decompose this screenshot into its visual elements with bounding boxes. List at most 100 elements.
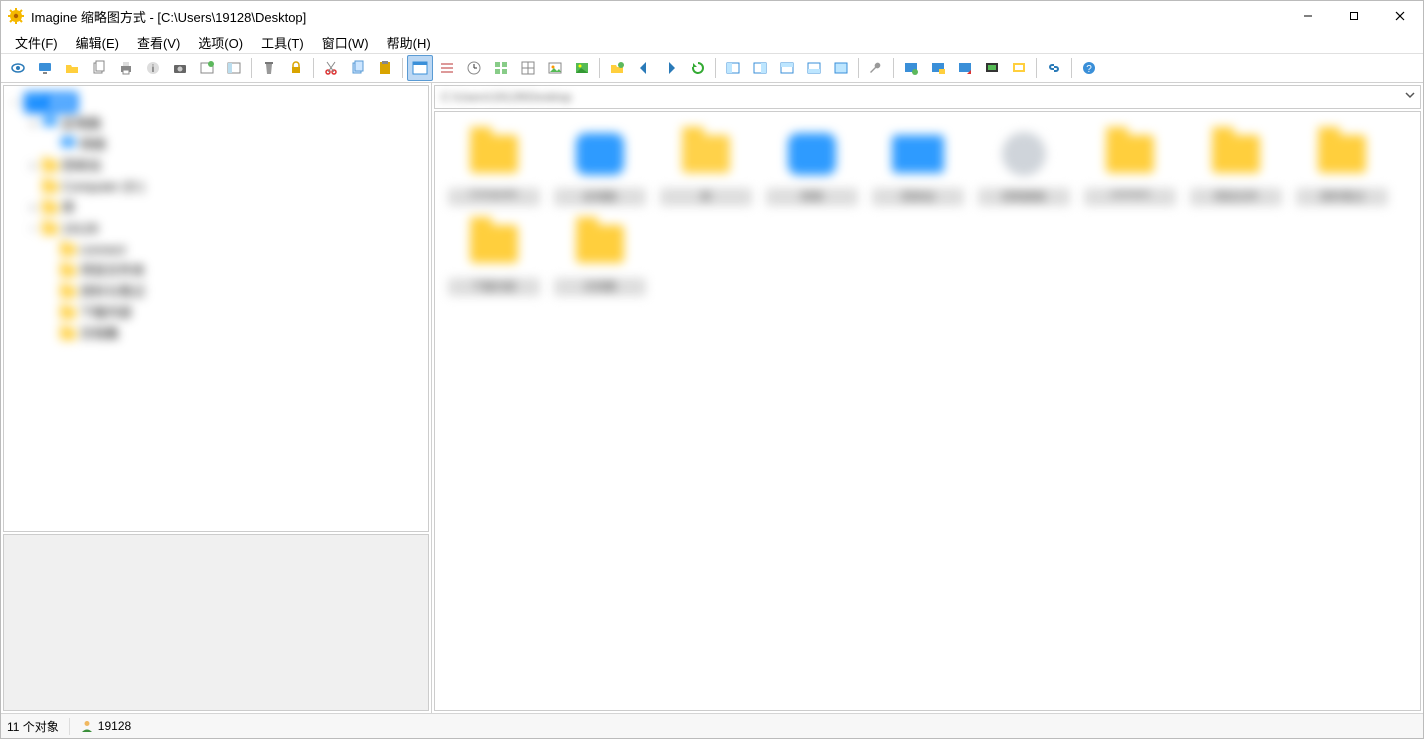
- maximize-button[interactable]: [1331, 1, 1377, 31]
- tree-expander-icon[interactable]: −: [10, 92, 20, 113]
- tree-item[interactable]: connect: [10, 239, 422, 260]
- menu-tools[interactable]: 工具(T): [253, 31, 312, 54]
- toolbar-separator: [402, 58, 403, 78]
- thumbnail-item[interactable]: Computer: [441, 126, 547, 206]
- tree-item-label: 19128: [62, 218, 98, 239]
- screen4-icon[interactable]: [979, 55, 1005, 81]
- menu-file[interactable]: 文件(F): [7, 31, 66, 54]
- copy2-icon[interactable]: [345, 55, 371, 81]
- toolbar: i?: [1, 53, 1423, 83]
- pane4-icon[interactable]: [801, 55, 827, 81]
- preview-pane: [3, 534, 429, 711]
- cut-icon[interactable]: [318, 55, 344, 81]
- back-icon[interactable]: [631, 55, 657, 81]
- view-icon[interactable]: [5, 55, 31, 81]
- thumbnail-item[interactable]: 文档集: [547, 216, 653, 296]
- thumbnail-icon: [1310, 126, 1374, 182]
- thumbnail-icon: [462, 216, 526, 272]
- thumbnail-item[interactable]: 控制面板: [971, 126, 1077, 206]
- grid-icon[interactable]: [515, 55, 541, 81]
- system-icon: [28, 92, 44, 113]
- delete-icon[interactable]: [256, 55, 282, 81]
- link-icon[interactable]: [1041, 55, 1067, 81]
- thumbnail-item[interactable]: 网络: [759, 126, 865, 206]
- copy-icon[interactable]: [86, 55, 112, 81]
- menu-view[interactable]: 查看(V): [129, 31, 188, 54]
- tree-item-label: Computer (D:): [62, 176, 144, 197]
- print-icon[interactable]: [113, 55, 139, 81]
- list-icon[interactable]: [434, 55, 460, 81]
- tree-item[interactable]: 资料与笔记: [10, 281, 422, 302]
- close-button[interactable]: [1377, 1, 1423, 31]
- screen1-icon[interactable]: [898, 55, 924, 81]
- lock-icon[interactable]: [283, 55, 309, 81]
- pane2-icon[interactable]: [747, 55, 773, 81]
- thumbnail-item[interactable]: 库: [653, 126, 759, 206]
- thumbnail-item[interactable]: 回收站: [865, 126, 971, 206]
- camera-icon[interactable]: [167, 55, 193, 81]
- menu-options[interactable]: 选项(O): [190, 31, 251, 54]
- pane5-icon[interactable]: [828, 55, 854, 81]
- tree-expander-icon[interactable]: −: [28, 218, 38, 239]
- image-icon[interactable]: [542, 55, 568, 81]
- paste-icon[interactable]: [372, 55, 398, 81]
- wrench-icon[interactable]: [863, 55, 889, 81]
- thumbnails-pane[interactable]: Computer 此电脑库网络回收站控制面板connect项目文件资料笔记下载内容…: [434, 111, 1421, 711]
- tree-item[interactable]: Computer (D:): [10, 176, 422, 197]
- thumbnail-item[interactable]: 资料笔记: [1289, 126, 1395, 206]
- tree-item-label: 网络: [80, 134, 106, 155]
- new-window-icon[interactable]: [194, 55, 220, 81]
- menu-edit[interactable]: 编辑(E): [68, 31, 127, 54]
- thumbnail-item[interactable]: 项目文件: [1183, 126, 1289, 206]
- tree-expander-icon[interactable]: +: [28, 155, 38, 176]
- info-icon[interactable]: i: [140, 55, 166, 81]
- tree-expander-icon[interactable]: +: [28, 113, 38, 134]
- pane1-icon[interactable]: [720, 55, 746, 81]
- address-dropdown-icon[interactable]: [1404, 89, 1416, 104]
- address-bar[interactable]: C:\Users\19128\Desktop: [434, 85, 1421, 109]
- scenery-icon[interactable]: [569, 55, 595, 81]
- tree-item[interactable]: 文档集: [10, 323, 422, 344]
- tree-item[interactable]: − 桌面: [10, 92, 422, 113]
- thumbnail-label: 回收站: [872, 188, 964, 206]
- tree-item[interactable]: +此电脑: [10, 113, 422, 134]
- thumbnail-item[interactable]: 下载内容: [441, 216, 547, 296]
- thumbnail-label: 网络: [766, 188, 858, 206]
- thumbnail-label: 此电脑: [554, 188, 646, 206]
- home-folder-icon[interactable]: [604, 55, 630, 81]
- tree-item[interactable]: 项目文件夹: [10, 260, 422, 281]
- monitor-icon[interactable]: [32, 55, 58, 81]
- toolbar-separator: [893, 58, 894, 78]
- details-icon[interactable]: [488, 55, 514, 81]
- forward-icon[interactable]: [658, 55, 684, 81]
- thumbnail-item[interactable]: connect: [1077, 126, 1183, 206]
- tree-item[interactable]: +回收站: [10, 155, 422, 176]
- screen3-icon[interactable]: [952, 55, 978, 81]
- system-icon: [60, 134, 76, 155]
- pane3-icon[interactable]: [774, 55, 800, 81]
- tree-item-label: 库: [62, 197, 75, 218]
- clock-icon[interactable]: [461, 55, 487, 81]
- thumbnail-item[interactable]: 此电脑: [547, 126, 653, 206]
- tree-item[interactable]: 网络: [10, 134, 422, 155]
- folder-tree-pane[interactable]: −桌面+此电脑网络+回收站Computer (D:)+库−19128connec…: [3, 85, 429, 532]
- tree-item[interactable]: +库: [10, 197, 422, 218]
- tree-item[interactable]: − 19128: [10, 218, 422, 239]
- folder-icon: [42, 181, 58, 193]
- minimize-button[interactable]: [1285, 1, 1331, 31]
- menu-window[interactable]: 窗口(W): [314, 31, 377, 54]
- panel-icon[interactable]: [221, 55, 247, 81]
- tree-expander-icon[interactable]: +: [28, 197, 38, 218]
- help-icon[interactable]: ?: [1076, 55, 1102, 81]
- system-icon: [42, 113, 58, 134]
- screen2-icon[interactable]: [925, 55, 951, 81]
- folder-open-icon[interactable]: [59, 55, 85, 81]
- window-mode-icon[interactable]: [407, 55, 433, 81]
- folder-icon: [60, 328, 76, 340]
- screen5-icon[interactable]: [1006, 55, 1032, 81]
- tree-item-label: 桌面: [48, 92, 74, 113]
- svg-text:i: i: [152, 64, 154, 75]
- menu-help[interactable]: 帮助(H): [379, 31, 439, 54]
- refresh-icon[interactable]: [685, 55, 711, 81]
- tree-item[interactable]: 下载内容: [10, 302, 422, 323]
